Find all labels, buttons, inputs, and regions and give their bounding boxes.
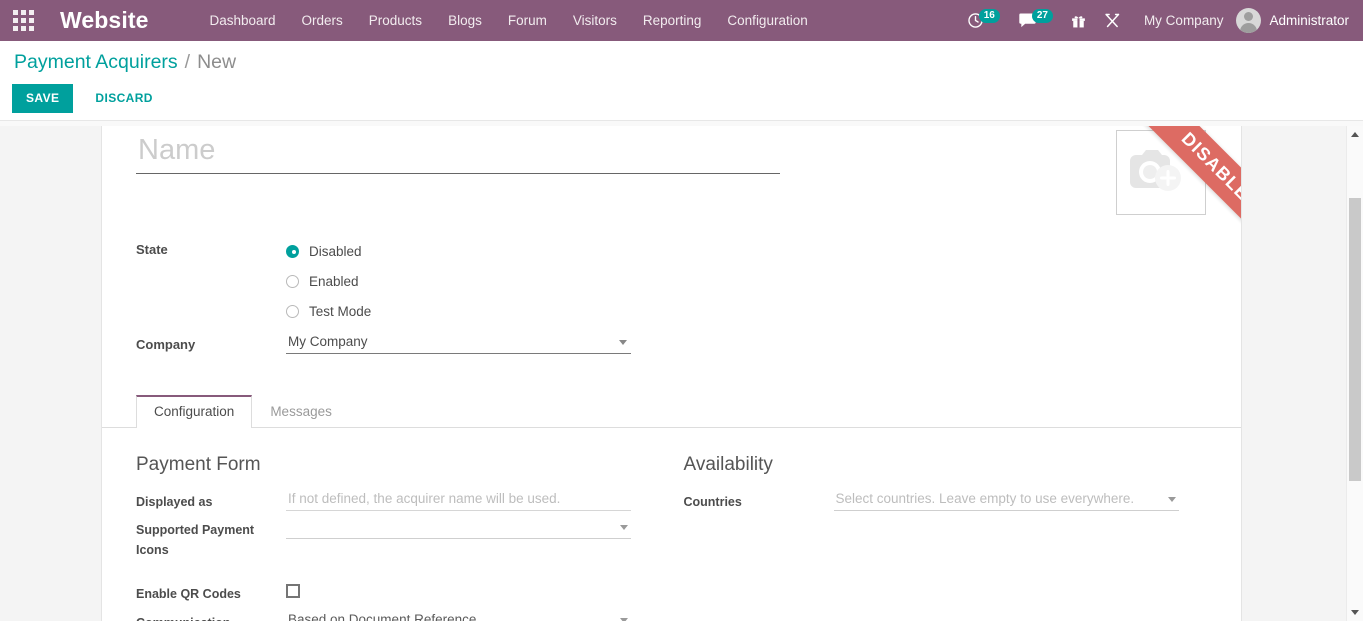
communication-row: Communication Based on Document Referenc…	[136, 610, 642, 621]
name-input[interactable]	[136, 134, 780, 174]
name-field-row	[136, 126, 1207, 174]
breadcrumb-parent-payment-acquirers[interactable]: Payment Acquirers	[14, 49, 178, 75]
radio-enabled-icon	[286, 274, 299, 288]
state-field-row: State Disabled Enabled Test Mode	[136, 236, 1207, 326]
menu-item-blogs[interactable]: Blogs	[435, 0, 495, 41]
enable-qr-codes-value	[286, 581, 642, 603]
state-option-disabled-label: Disabled	[309, 243, 362, 259]
communication-label: Communication	[136, 610, 286, 621]
chevron-up-icon	[1351, 132, 1359, 137]
user-menu-button[interactable]: Administrator	[1236, 8, 1353, 33]
state-option-disabled[interactable]: Disabled	[286, 236, 1207, 266]
gift-icon	[1072, 15, 1085, 27]
menu-item-reporting[interactable]: Reporting	[630, 0, 715, 41]
notebook-tabs: Configuration Messages	[102, 394, 1241, 429]
company-field-row: Company My Company	[136, 331, 1207, 355]
communication-value: Based on Document Reference	[286, 610, 642, 621]
developer-tools-button[interactable]	[1095, 0, 1130, 41]
acquirer-image-field[interactable]	[1116, 130, 1206, 215]
form-content-area: DISABLED State Disabled Enabled	[0, 126, 1363, 621]
communication-selected-value: Based on Document Reference	[288, 611, 477, 621]
header-fields-group: State Disabled Enabled Test Mode Company…	[136, 236, 1207, 355]
chevron-down-icon	[1351, 610, 1359, 615]
save-button[interactable]: SAVE	[12, 84, 74, 114]
state-option-test-mode[interactable]: Test Mode	[286, 296, 1207, 326]
displayed-as-row: Displayed as If not defined, the acquire…	[136, 489, 642, 512]
state-option-enabled[interactable]: Enabled	[286, 266, 1207, 296]
top-navbar: Website Dashboard Orders Products Blogs …	[0, 0, 1363, 41]
menu-item-visitors[interactable]: Visitors	[560, 0, 630, 41]
communication-select[interactable]: Based on Document Reference	[286, 610, 631, 621]
breadcrumb-separator: /	[184, 51, 191, 73]
apps-menu-button[interactable]	[0, 0, 46, 41]
supported-payment-icons-select[interactable]	[286, 517, 631, 539]
enable-qr-codes-label: Enable QR Codes	[136, 586, 241, 601]
form-action-buttons: SAVE DISCARD	[0, 75, 1363, 114]
company-select[interactable]: My Company	[286, 331, 631, 354]
scroll-down-button[interactable]	[1347, 604, 1363, 621]
chevron-down-icon	[1167, 496, 1176, 502]
breadcrumb: Payment Acquirers / New	[0, 49, 1363, 75]
scroll-up-button[interactable]	[1347, 126, 1363, 143]
tab-configuration[interactable]: Configuration	[136, 394, 253, 429]
state-label: State	[136, 242, 168, 257]
activities-menu-button[interactable]: 16	[958, 0, 1009, 41]
availability-title: Availability	[683, 454, 773, 476]
tab-messages[interactable]: Messages	[252, 395, 350, 429]
messaging-menu-button[interactable]: 27	[1009, 0, 1062, 41]
main-menu: Dashboard Orders Products Blogs Forum Vi…	[196, 0, 820, 41]
countries-placeholder: Select countries. Leave empty to use eve…	[835, 490, 1135, 506]
enable-qr-codes-checkbox[interactable]	[286, 583, 300, 598]
radio-disabled-icon	[286, 244, 299, 258]
payment-form-group: Payment Form Displayed as If not defined…	[136, 454, 672, 621]
state-option-enabled-label: Enabled	[309, 273, 359, 289]
app-brand-website[interactable]: Website	[60, 7, 148, 34]
discard-button[interactable]: DISCARD	[83, 84, 164, 113]
camera-add-image-icon	[1130, 150, 1181, 191]
tab-panel-configuration: Payment Form Displayed as If not defined…	[102, 428, 1241, 621]
radio-test-mode-icon	[286, 304, 299, 318]
countries-select[interactable]: Select countries. Leave empty to use eve…	[833, 489, 1179, 511]
displayed-as-label: Displayed as	[136, 494, 213, 509]
menu-item-dashboard[interactable]: Dashboard	[196, 0, 288, 41]
supported-payment-icons-row: Supported Payment Icons	[136, 517, 642, 560]
state-option-test-mode-label: Test Mode	[309, 303, 372, 319]
chevron-down-icon	[619, 340, 627, 345]
chevron-down-icon	[620, 524, 628, 530]
breadcrumb-current-new: New	[197, 51, 237, 73]
company-field-value: My Company	[286, 331, 1207, 354]
company-selected-value: My Company	[288, 334, 368, 349]
state-radio-group: Disabled Enabled Test Mode	[286, 236, 1207, 326]
supported-payment-icons-label: Supported Payment Icons	[136, 522, 255, 557]
availability-group: Availability Countries Select countries.…	[672, 454, 1208, 621]
control-panel: Payment Acquirers / New SAVE DISCARD	[0, 41, 1363, 122]
menu-item-configuration[interactable]: Configuration	[714, 0, 820, 41]
activities-count-badge: 16	[978, 9, 1000, 23]
displayed-as-value: If not defined, the acquirer name will b…	[286, 489, 642, 511]
displayed-as-placeholder: If not defined, the acquirer name will b…	[288, 490, 561, 506]
systray: 16 27 My Company Administrator	[958, 0, 1363, 41]
enable-qr-codes-row: Enable QR Codes	[136, 581, 642, 604]
countries-label: Countries	[683, 494, 742, 509]
scrollbar-thumb[interactable]	[1349, 198, 1361, 481]
messages-count-badge: 27	[1031, 9, 1053, 23]
notebook: Configuration Messages Payment Form Disp…	[102, 394, 1241, 621]
menu-item-orders[interactable]: Orders	[289, 0, 356, 41]
supported-payment-icons-value	[286, 517, 642, 539]
countries-row: Countries Select countries. Leave empty …	[684, 489, 1208, 512]
form-sheet: DISABLED State Disabled Enabled	[101, 126, 1242, 621]
user-name-label: Administrator	[1269, 13, 1349, 28]
vertical-scrollbar[interactable]	[1346, 126, 1363, 621]
user-avatar	[1236, 8, 1262, 33]
payment-form-title: Payment Form	[136, 454, 261, 476]
wrench-tools-icon	[1105, 13, 1120, 28]
apps-grid-icon	[12, 10, 34, 31]
displayed-as-input[interactable]: If not defined, the acquirer name will b…	[286, 489, 631, 511]
company-label: Company	[136, 337, 196, 352]
menu-item-forum[interactable]: Forum	[495, 0, 560, 41]
gift-menu-button[interactable]	[1062, 0, 1095, 41]
company-switcher[interactable]: My Company	[1130, 13, 1237, 28]
countries-value: Select countries. Leave empty to use eve…	[833, 489, 1208, 511]
menu-item-products[interactable]: Products	[356, 0, 435, 41]
